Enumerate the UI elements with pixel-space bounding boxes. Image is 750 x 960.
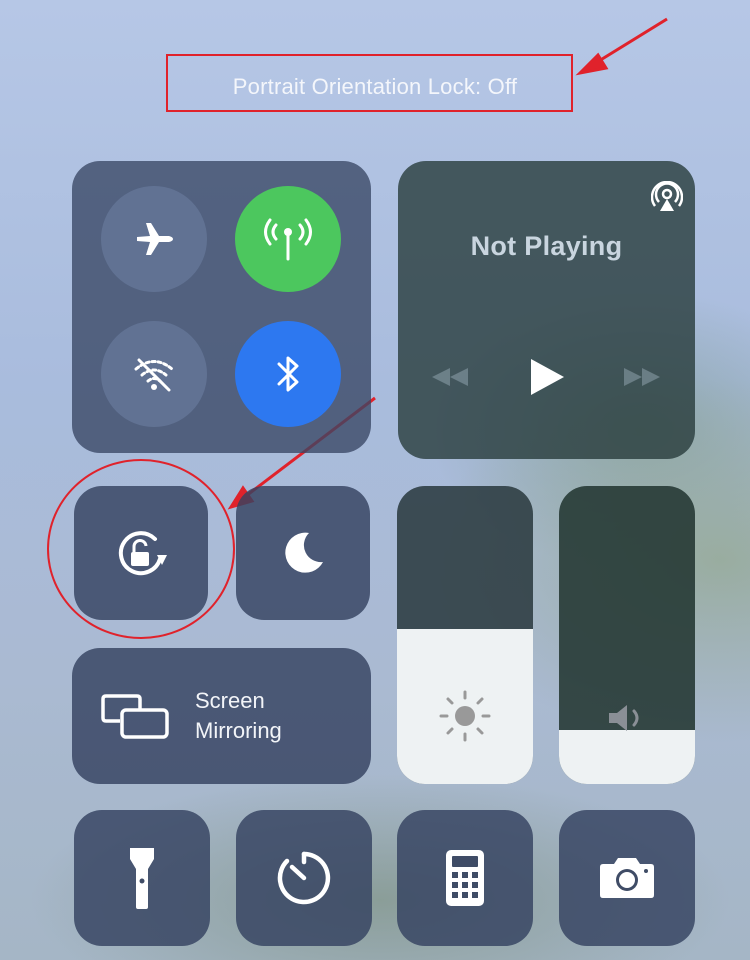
cellular-data-button[interactable] [235, 186, 341, 292]
volume-slider-fill [559, 730, 695, 784]
now-playing-panel[interactable]: Not Playing [398, 161, 695, 459]
bluetooth-button[interactable] [235, 321, 341, 427]
screen-mirroring-icon [101, 694, 169, 739]
airplane-mode-button[interactable] [101, 186, 207, 292]
play-icon[interactable] [528, 357, 566, 397]
flashlight-icon [130, 848, 154, 909]
calculator-icon [446, 850, 484, 906]
sun-icon [439, 690, 491, 742]
moon-icon [285, 532, 323, 573]
camera-button[interactable] [559, 810, 695, 946]
speaker-icon [609, 705, 639, 731]
screen-mirroring-label-line2: Mirroring [195, 718, 282, 743]
screen-mirroring-button[interactable]: Screen Mirroring [72, 648, 371, 784]
airplay-icon[interactable] [651, 181, 683, 213]
fast-forward-icon[interactable] [622, 366, 662, 388]
annotation-highlight-box [166, 54, 573, 112]
flashlight-button[interactable] [74, 810, 210, 946]
rewind-icon[interactable] [430, 366, 470, 388]
connectivity-panel [72, 161, 371, 453]
volume-slider[interactable] [559, 486, 695, 784]
airplane-icon [137, 223, 173, 255]
do-not-disturb-button[interactable] [236, 486, 370, 620]
now-playing-title: Not Playing [470, 231, 623, 261]
bluetooth-icon [277, 356, 299, 392]
orientation-lock-button[interactable] [74, 486, 208, 620]
camera-icon [600, 858, 654, 898]
brightness-slider[interactable] [397, 486, 533, 784]
timer-icon [277, 851, 331, 905]
antenna-icon [264, 218, 312, 261]
wifi-off-icon [134, 358, 174, 392]
screen-mirroring-label: Screen Mirroring [195, 686, 282, 746]
timer-button[interactable] [236, 810, 372, 946]
calculator-button[interactable] [397, 810, 533, 946]
screen-mirroring-label-line1: Screen [195, 688, 265, 713]
rotation-lock-icon [118, 531, 167, 576]
wifi-button[interactable] [101, 321, 207, 427]
